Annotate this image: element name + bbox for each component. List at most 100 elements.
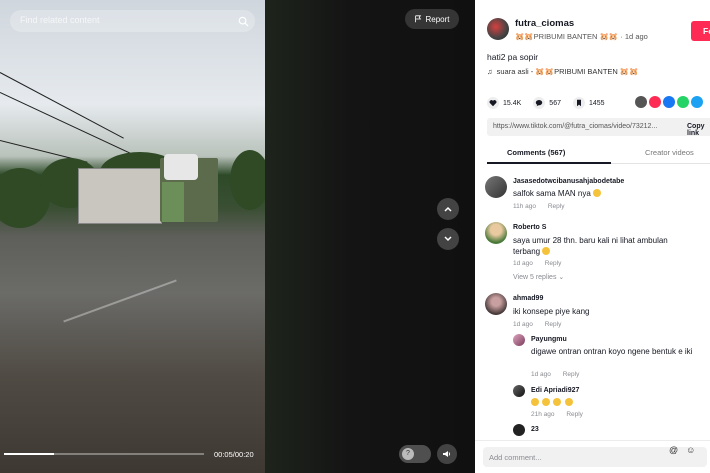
follow-button[interactable]: Follow: [691, 21, 710, 41]
commenter-name[interactable]: 23: [531, 426, 539, 433]
comment-time: 1d ago: [513, 260, 533, 267]
autoscroll-toggle[interactable]: ?: [399, 445, 431, 463]
add-comment-placeholder: Add comment...: [489, 453, 542, 462]
reply-button[interactable]: Reply: [545, 260, 562, 267]
whatsapp-icon[interactable]: [677, 96, 689, 108]
previous-video-button[interactable]: [437, 198, 459, 220]
next-video-button[interactable]: [437, 228, 459, 250]
commenter-name[interactable]: Roberto S: [513, 224, 546, 231]
commenter-name[interactable]: Edi Apriadi927: [531, 387, 579, 394]
post-date: 1d ago: [624, 32, 648, 41]
reply-button[interactable]: Reply: [545, 321, 562, 328]
comment-count: 567: [549, 99, 561, 107]
power-line: [0, 72, 124, 139]
search-icon[interactable]: [238, 16, 249, 27]
detail-panel: futra_ciomas 🐹🐹PRIBUMI BANTEN 🐹🐹 · 1d ag…: [475, 0, 710, 473]
tab-comments[interactable]: Comments (567): [507, 148, 565, 157]
volume-button[interactable]: [437, 444, 457, 464]
add-comment-bar: Add comment... @ ☺: [475, 440, 710, 473]
commenter-name[interactable]: Jasasedotwcibanusahjabodetabe: [513, 178, 624, 185]
like-button[interactable]: 15.4K: [487, 97, 521, 109]
embed-icon[interactable]: [635, 96, 647, 108]
like-count: 15.4K: [503, 99, 522, 107]
truck-cab: [162, 182, 184, 222]
sound-label: suara asli - 🐹🐹PRIBUMI BANTEN 🐹🐹: [496, 67, 639, 76]
comment-emojis: [531, 397, 574, 408]
share-icons: [635, 96, 703, 108]
copy-link-button[interactable]: Copy link: [687, 123, 710, 137]
post-caption: hati2 pa sopir: [487, 52, 539, 62]
author-avatar[interactable]: [487, 18, 509, 40]
active-tab-indicator: [487, 162, 611, 164]
save-count: 1455: [588, 99, 605, 107]
video-time: 00:05/00:20: [214, 450, 254, 459]
comment-time: 1d ago: [513, 321, 533, 328]
commenter-avatar[interactable]: [513, 334, 525, 346]
commenter-avatar[interactable]: [513, 385, 525, 397]
commenter-avatar[interactable]: [485, 293, 507, 315]
comment-text: iki konsepe piye kang: [513, 307, 590, 316]
commenter-avatar[interactable]: [485, 176, 507, 198]
car-on-carrier: [164, 154, 198, 180]
video-progress-fill: [4, 453, 54, 455]
chevron-down-icon: [443, 234, 453, 244]
commenter-name[interactable]: ahmad99: [513, 295, 543, 302]
video-progress-bar[interactable]: [4, 453, 204, 455]
view-replies-button[interactable]: View 5 replies ⌄: [513, 273, 564, 281]
twitter-icon[interactable]: [691, 96, 703, 108]
comment-item: Roberto S saya umur 28 thn. baru kali ni…: [485, 222, 705, 284]
save-button[interactable]: 1455: [572, 97, 605, 109]
road-marking: [63, 279, 177, 323]
reply-button[interactable]: Reply: [563, 371, 580, 378]
commenter-name[interactable]: Payungmu: [531, 336, 567, 343]
heart-icon: [487, 97, 499, 109]
sound-link[interactable]: ♫ suara asli - 🐹🐹PRIBUMI BANTEN 🐹🐹: [487, 67, 639, 76]
commenter-avatar[interactable]: [485, 222, 507, 244]
reply-button[interactable]: Reply: [566, 411, 583, 418]
reply-item: Edi Apriadi927 21h ago Reply: [513, 385, 708, 425]
emoji-icon: [553, 398, 562, 406]
report-button[interactable]: Report: [405, 9, 459, 29]
emoji-icon: [593, 189, 602, 197]
power-line: [0, 92, 137, 157]
commenter-avatar[interactable]: [513, 424, 525, 436]
comment-text: salfok sama MAN nya: [513, 188, 602, 199]
video-link[interactable]: https://www.tiktok.com/@futra_ciomas/vid…: [493, 123, 657, 130]
comment-button[interactable]: 567: [533, 97, 561, 109]
video-player[interactable]: Find related content 00:05/00:20 Report …: [0, 0, 475, 473]
tab-creator-videos[interactable]: Creator videos: [645, 148, 694, 157]
comment-icon: [533, 97, 546, 109]
send-to-friends-icon[interactable]: [649, 96, 661, 108]
emoji-icon: [531, 398, 539, 406]
emoji-icon: [542, 398, 551, 406]
comment-time: 11h ago: [513, 203, 537, 210]
comment-meta: 11h ago Reply: [513, 203, 574, 210]
comment-meta: 1d ago Reply: [513, 260, 571, 267]
emoji-picker-icon[interactable]: ☺: [686, 445, 695, 455]
facebook-icon[interactable]: [663, 96, 675, 108]
reply-item: Payungmu digawe ontran ontran koyo ngene…: [513, 334, 708, 384]
comment-time: 1d ago: [531, 371, 551, 378]
music-note-icon: ♫: [487, 67, 493, 76]
flag-icon: [414, 15, 422, 23]
tree: [230, 150, 265, 210]
volume-icon: [442, 449, 452, 459]
comment-text: digawe ontran ontran koyo ngene bentuk e…: [531, 347, 693, 356]
emoji-icon: [542, 247, 551, 255]
comment-item: Jasasedotwcibanusahjabodetabe salfok sam…: [485, 176, 705, 216]
emoji-icon: [564, 398, 573, 406]
video-frame[interactable]: Find related content 00:05/00:20: [0, 0, 265, 473]
author-username[interactable]: futra_ciomas: [515, 18, 574, 29]
author-nickname: 🐹🐹PRIBUMI BANTEN 🐹🐹: [515, 32, 619, 41]
toggle-knob: ?: [402, 448, 414, 460]
bookmark-icon: [572, 97, 585, 109]
truck-trailer: [78, 168, 162, 224]
comment-text: saya umur 28 thn. baru kali ni lihat amb…: [513, 236, 668, 256]
mention-icon[interactable]: @: [669, 445, 678, 455]
comment-item: ahmad99 iki konsepe piye kang 1d ago Rep…: [485, 293, 705, 333]
search-input[interactable]: Find related content: [10, 10, 255, 32]
tabs: Comments (567) Creator videos: [487, 144, 710, 164]
author-nickname-line: 🐹🐹PRIBUMI BANTEN 🐹🐹 · 1d ago: [515, 32, 648, 41]
reply-button[interactable]: Reply: [548, 203, 565, 210]
link-row: https://www.tiktok.com/@futra_ciomas/vid…: [487, 118, 710, 137]
